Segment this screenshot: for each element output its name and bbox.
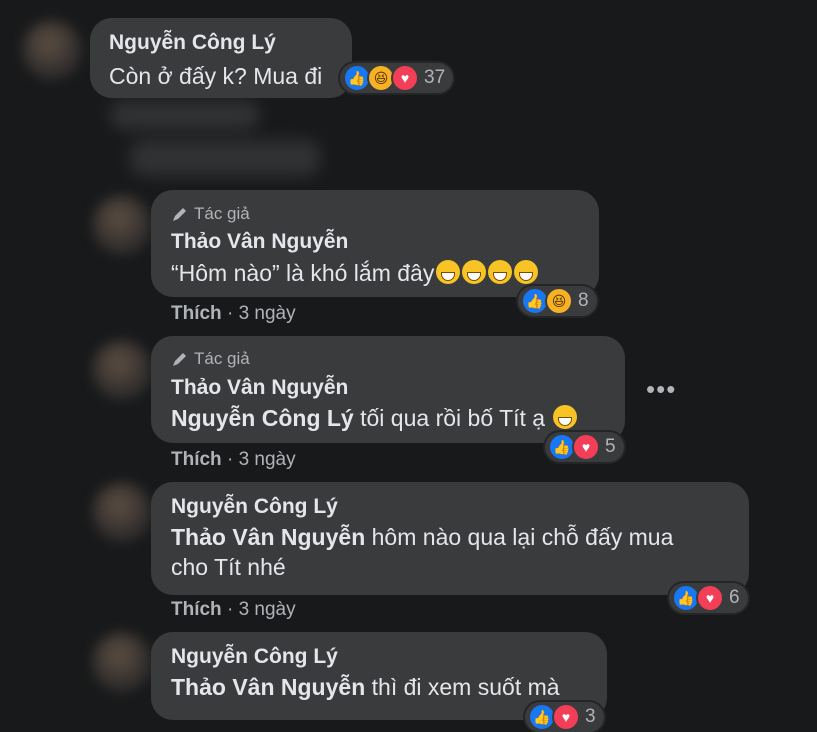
author-badge-label: Tác giả bbox=[194, 349, 250, 368]
comment-text-body: thì đi xem suốt mà bbox=[365, 674, 560, 700]
reaction-count: 6 bbox=[729, 587, 740, 608]
avatar[interactable] bbox=[92, 195, 152, 255]
comment-text: Thảo Vân Nguyễn thì đi xem suốt mà bbox=[171, 672, 560, 702]
reaction-summary[interactable]: 👍 😆 8 bbox=[518, 286, 597, 316]
comment-text-body: “Hôm nào” là khó lắm đây bbox=[171, 260, 435, 286]
smile-emoji-icon bbox=[553, 405, 578, 429]
comment-meta: Thích · 3 ngày bbox=[171, 449, 296, 471]
haha-reaction-icon: 😆 bbox=[545, 287, 573, 315]
comment-author[interactable]: Nguyễn Công Lý bbox=[171, 645, 338, 669]
grin-emoji-icon bbox=[462, 260, 487, 284]
comment-text-line: cho Tít nhé bbox=[171, 554, 286, 580]
comment-text: Nguyễn Công Lý tối qua rồi bố Tít ạ bbox=[171, 403, 578, 433]
comment-time[interactable]: 3 ngày bbox=[239, 303, 296, 324]
like-button[interactable]: Thích bbox=[171, 449, 222, 470]
reaction-count: 8 bbox=[578, 290, 589, 311]
comment-text-body: hôm nào qua lại chỗ đấy mua bbox=[365, 524, 674, 550]
comment-text-body: tối qua rồi bố Tít ạ bbox=[353, 405, 546, 431]
mention-link[interactable]: Thảo Vân Nguyễn bbox=[171, 674, 365, 700]
meta-separator: · bbox=[221, 449, 239, 470]
love-reaction-icon: ♥ bbox=[572, 433, 600, 461]
author-badge: Tác giả bbox=[171, 204, 250, 224]
blurred-content bbox=[110, 100, 260, 130]
love-reaction-icon: ♥ bbox=[696, 584, 724, 612]
comment-meta: Thích · 3 ngày bbox=[171, 599, 296, 621]
comment-author[interactable]: Thảo Vân Nguyễn bbox=[171, 376, 348, 400]
comment-author[interactable]: Thảo Vân Nguyễn bbox=[171, 230, 348, 254]
avatar[interactable] bbox=[92, 340, 152, 400]
reaction-summary[interactable]: 👍 ♥ 3 bbox=[525, 702, 604, 732]
avatar[interactable] bbox=[92, 632, 152, 692]
comment-time[interactable]: 3 ngày bbox=[239, 449, 296, 470]
comment-text: Thảo Vân Nguyễn hôm nào qua lại chỗ đấy … bbox=[171, 522, 673, 552]
comment-author[interactable]: Nguyễn Công Lý bbox=[171, 495, 338, 519]
reaction-count: 37 bbox=[424, 67, 446, 88]
author-badge-label: Tác giả bbox=[194, 204, 250, 223]
love-reaction-icon: ♥ bbox=[552, 703, 580, 731]
like-button[interactable]: Thích bbox=[171, 303, 222, 324]
reaction-summary[interactable]: 👍 😆 ♥ 37 bbox=[340, 63, 454, 93]
love-reaction-icon: ♥ bbox=[391, 64, 419, 92]
comment-meta: Thích · 3 ngày bbox=[171, 303, 296, 325]
meta-separator: · bbox=[221, 599, 239, 620]
comment-text: Còn ở đấy k? Mua đi bbox=[109, 63, 323, 89]
pencil-icon bbox=[173, 353, 186, 366]
reaction-count: 3 bbox=[585, 706, 596, 727]
more-options-icon[interactable]: ••• bbox=[646, 374, 676, 405]
like-button[interactable]: Thích bbox=[171, 599, 222, 620]
reaction-summary[interactable]: 👍 ♥ 5 bbox=[545, 432, 624, 462]
mention-link[interactable]: Nguyễn Công Lý bbox=[171, 405, 354, 431]
mention-link[interactable]: Thảo Vân Nguyễn bbox=[171, 524, 365, 550]
grin-emoji-icon bbox=[436, 260, 461, 284]
comment-time[interactable]: 3 ngày bbox=[239, 599, 296, 620]
reaction-count: 5 bbox=[605, 436, 616, 457]
blurred-content bbox=[130, 140, 320, 176]
grin-emoji-icon bbox=[514, 260, 539, 284]
author-badge: Tác giả bbox=[171, 349, 250, 369]
grin-emoji-icon bbox=[488, 260, 513, 284]
avatar[interactable] bbox=[92, 482, 152, 542]
pencil-icon bbox=[173, 208, 186, 221]
avatar[interactable] bbox=[22, 20, 82, 80]
reaction-summary[interactable]: 👍 ♥ 6 bbox=[669, 583, 748, 613]
comment-author[interactable]: Nguyễn Công Lý bbox=[109, 31, 276, 55]
comment-text: “Hôm nào” là khó lắm đây bbox=[171, 258, 539, 288]
meta-separator: · bbox=[221, 303, 239, 324]
